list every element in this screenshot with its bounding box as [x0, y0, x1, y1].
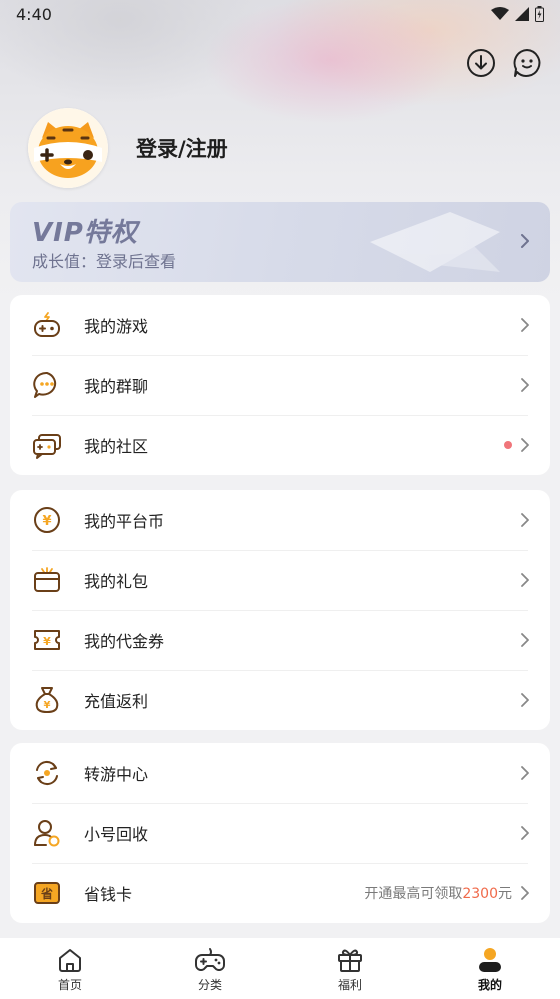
chevron-right-icon	[521, 826, 529, 840]
community-icon	[32, 430, 62, 460]
tiger-mascot-icon	[28, 108, 108, 188]
vip-title: VIP特权	[32, 218, 138, 248]
battery-icon	[535, 6, 544, 22]
menu-item-transfer-center[interactable]: 转游中心	[10, 743, 550, 803]
message-icon	[513, 49, 541, 77]
gamepad-icon	[32, 310, 62, 340]
wifi-icon	[491, 7, 509, 20]
chevron-right-icon	[521, 573, 529, 587]
menu-item-label: 转游中心	[84, 765, 149, 784]
bottom-tab-bar: 首页 分类 福利 我的	[0, 938, 560, 999]
menu-item-label: 省钱卡	[84, 885, 133, 904]
menu-item-label: 我的游戏	[84, 317, 149, 336]
menu-card-assets: ¥ 我的平台币 我的礼包 ¥ 我的代金券 ¥ 充值返利	[10, 490, 550, 730]
menu-item-saving-card[interactable]: 省 省钱卡 开通最高可领取2300元	[10, 863, 550, 923]
chat-bubble-icon	[32, 370, 62, 400]
tab-category[interactable]: 分类	[140, 938, 280, 999]
tab-label: 我的	[477, 978, 502, 992]
chevron-right-icon	[521, 886, 529, 900]
chevron-right-icon	[521, 766, 529, 780]
menu-item-label: 充值返利	[84, 692, 149, 711]
menu-item-label: 小号回收	[84, 825, 149, 844]
chevron-right-icon	[521, 513, 529, 527]
menu-item-account-recycle[interactable]: 小号回收	[10, 803, 550, 863]
saving-card-hint: 开通最高可领取2300元	[364, 883, 512, 903]
gift-icon	[338, 949, 362, 972]
svg-text:¥: ¥	[43, 635, 51, 648]
chevron-right-icon	[521, 633, 529, 647]
tab-mine[interactable]: 我的	[420, 938, 560, 999]
user-icon	[479, 948, 501, 972]
message-button[interactable]	[512, 48, 542, 78]
notification-dot	[504, 441, 512, 449]
voucher-icon: ¥	[32, 625, 62, 655]
menu-item-my-voucher[interactable]: ¥ 我的代金券	[10, 610, 550, 670]
svg-text:省: 省	[40, 886, 53, 901]
signal-icon	[515, 7, 529, 21]
chevron-right-icon	[521, 438, 529, 452]
gift-box-icon	[32, 565, 62, 595]
vip-decoration	[370, 212, 500, 272]
status-icons	[491, 6, 544, 22]
money-bag-icon: ¥	[32, 685, 62, 715]
avatar[interactable]	[28, 108, 108, 188]
svg-text:¥: ¥	[44, 700, 51, 711]
menu-item-label: 我的群聊	[84, 377, 149, 396]
account-recycle-icon	[32, 818, 62, 848]
hint-prefix: 开通最高可领取	[364, 886, 463, 902]
menu-card-games: 我的游戏 我的群聊 我的社区	[10, 295, 550, 475]
menu-item-platform-coin[interactable]: ¥ 我的平台币	[10, 490, 550, 550]
tab-label: 首页	[57, 978, 82, 992]
status-time: 4:40	[16, 4, 52, 24]
vip-card[interactable]: VIP特权 成长值：登录后查看	[10, 202, 550, 282]
hint-amount: 2300	[462, 886, 498, 902]
menu-item-label: 我的社区	[84, 437, 149, 456]
menu-item-label: 我的礼包	[84, 572, 149, 591]
coin-icon: ¥	[32, 505, 62, 535]
status-bar: 4:40	[0, 0, 560, 28]
tab-home[interactable]: 首页	[0, 938, 140, 999]
chevron-right-icon	[521, 318, 529, 332]
menu-item-recharge-rebate[interactable]: ¥ 充值返利	[10, 670, 550, 730]
menu-item-my-group-chat[interactable]: 我的群聊	[10, 355, 550, 415]
chevron-right-icon	[521, 693, 529, 707]
menu-item-my-community[interactable]: 我的社区	[10, 415, 550, 475]
chevron-right-icon	[521, 378, 529, 392]
menu-item-my-games[interactable]: 我的游戏	[10, 295, 550, 355]
transfer-icon	[32, 758, 62, 788]
login-register-link[interactable]: 登录/注册	[136, 133, 228, 163]
tab-label: 分类	[197, 978, 222, 992]
tab-label: 福利	[337, 978, 362, 992]
svg-text:¥: ¥	[42, 514, 51, 529]
menu-card-services: 转游中心 小号回收 省 省钱卡 开通最高可领取2300元	[10, 743, 550, 923]
download-icon	[467, 49, 495, 77]
chevron-right-icon	[521, 234, 529, 248]
menu-item-my-gift-pack[interactable]: 我的礼包	[10, 550, 550, 610]
top-actions	[466, 48, 542, 78]
menu-item-label: 我的代金券	[84, 632, 165, 651]
vip-subtitle: 成长值：登录后查看	[32, 252, 177, 271]
hint-suffix: 元	[498, 886, 512, 902]
gamepad-icon	[195, 948, 225, 971]
download-button[interactable]	[466, 48, 496, 78]
home-icon	[59, 949, 81, 972]
profile-section[interactable]: 登录/注册	[28, 108, 228, 188]
tab-welfare[interactable]: 福利	[280, 938, 420, 999]
menu-item-label: 我的平台币	[84, 512, 165, 531]
saving-card-icon: 省	[32, 878, 62, 908]
